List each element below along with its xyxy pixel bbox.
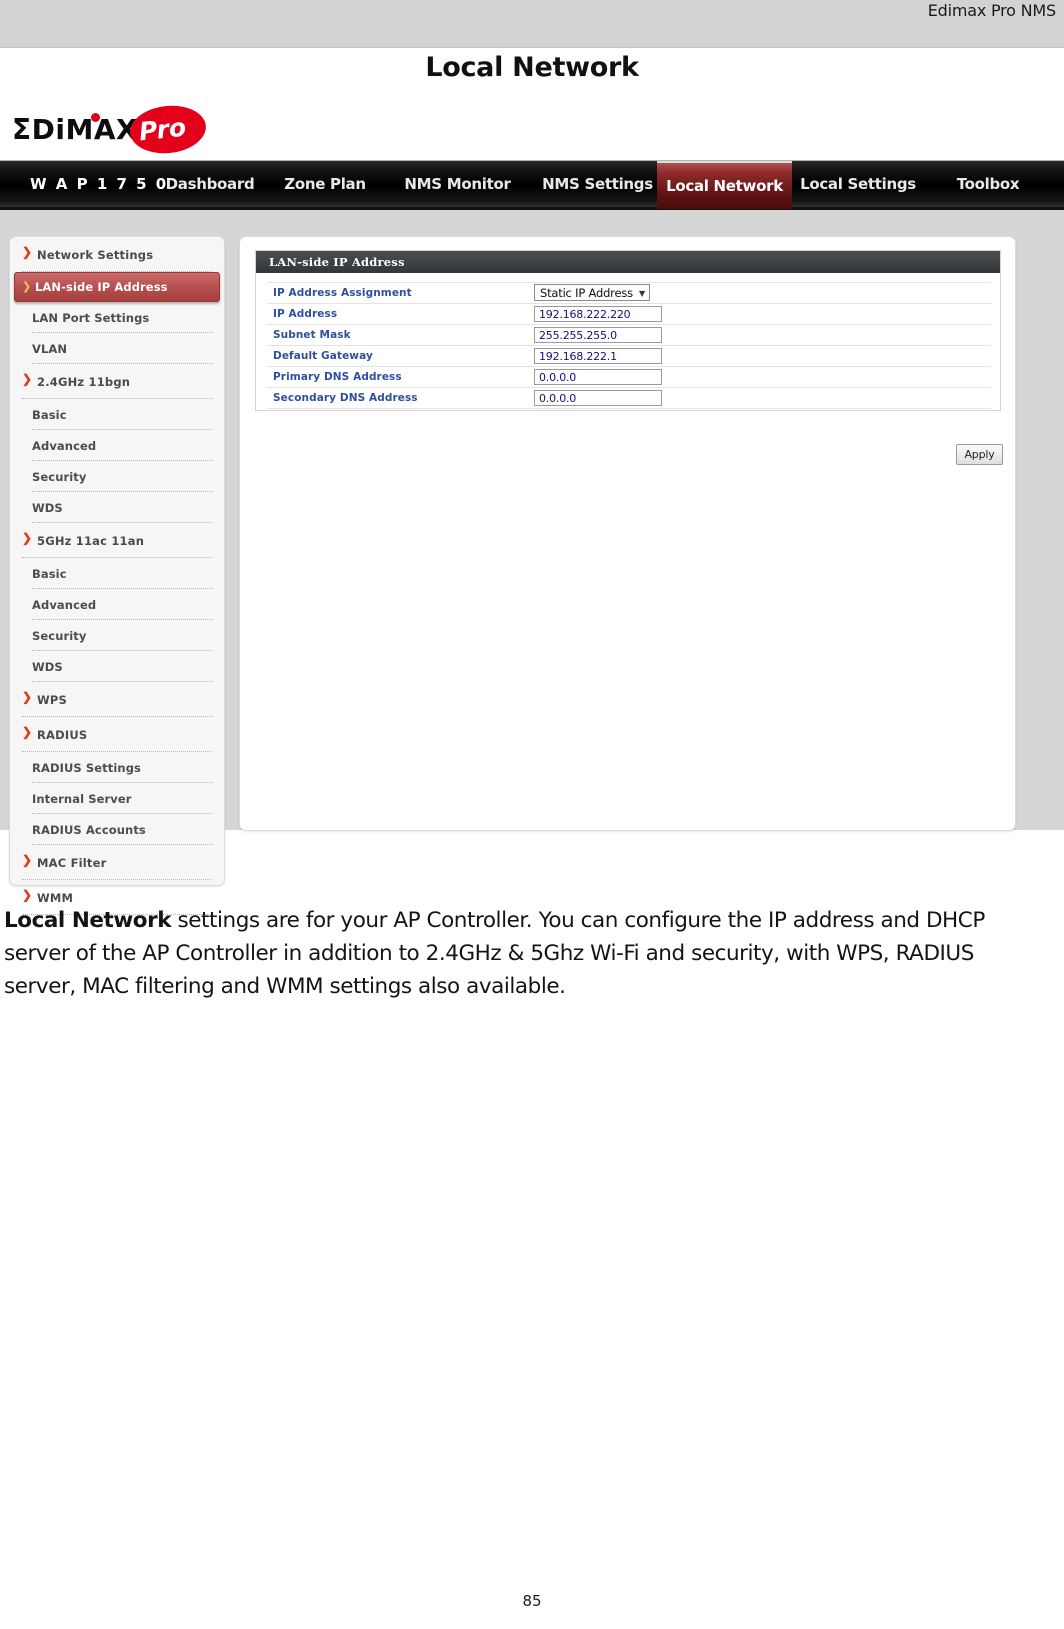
- document-header-text: Edimax Pro NMS: [927, 1, 1056, 20]
- sidebar-item-advanced[interactable]: Advanced: [32, 430, 212, 461]
- nav-item-zone-plan[interactable]: Zone Plan: [265, 161, 385, 207]
- sidebar-item-label: WDS: [32, 660, 63, 674]
- logo-suffix-text: Pro: [137, 112, 188, 147]
- sidebar-group-label: Network Settings: [37, 248, 154, 262]
- sidebar-item-label: Advanced: [32, 439, 97, 453]
- nav-item-dashboard[interactable]: Dashboard: [150, 161, 270, 207]
- apply-button[interactable]: Apply: [956, 444, 1003, 465]
- app-body: ❯ Network Settings ❯ LAN-side IP Address LAN…: [0, 211, 1064, 915]
- sidebar-group-radius[interactable]: ❯ RADIUS: [22, 717, 212, 752]
- nav-item-toolbox[interactable]: Toolbox: [928, 161, 1048, 207]
- chevron-right-icon: ❯: [22, 690, 33, 704]
- field-label-ip-address-assignment: IP Address Assignment: [267, 282, 531, 304]
- sidebar-item-label: Security: [32, 629, 87, 643]
- chevron-right-icon: ❯: [22, 888, 33, 902]
- lan-ip-form: IP Address Assignment Static IP Address ▼ I…: [267, 282, 991, 409]
- sidebar-item-label: Basic: [32, 408, 67, 422]
- sidebar-item-radius-settings[interactable]: RADIUS Settings: [32, 752, 212, 783]
- main-content-card: LAN-side IP Address IP Address Assignmen…: [239, 236, 1016, 831]
- sidebar-group-network-settings[interactable]: ❯ Network Settings: [22, 237, 212, 272]
- main-navbar: W A P 1 7 5 0 Dashboard Zone Plan NMS Monit…: [0, 160, 1064, 209]
- form-row: Default Gateway 192.168.222.1: [267, 345, 991, 367]
- document-header: Edimax Pro NMS: [0, 0, 1064, 48]
- field-label-subnet-mask: Subnet Mask: [267, 324, 531, 346]
- form-row: Primary DNS Address 0.0.0.0: [267, 366, 991, 388]
- sidebar-item-vlan[interactable]: VLAN: [32, 333, 212, 364]
- form-row: IP Address 192.168.222.220: [267, 303, 991, 325]
- chevron-right-icon: ❯: [22, 853, 33, 867]
- chevron-right-icon: ❯: [22, 725, 33, 739]
- sidebar-group-mac-filter[interactable]: ❯ MAC Filter: [22, 845, 212, 880]
- sidebar-item-label: RADIUS Settings: [32, 761, 141, 775]
- input-secondary-dns-address[interactable]: 0.0.0.0: [534, 390, 662, 406]
- form-row: IP Address Assignment Static IP Address ▼: [267, 282, 991, 304]
- sidebar-item-label: LAN Port Settings: [32, 311, 150, 325]
- webui-screenshot: ΣDiMAX Pro W A P 1 7 5 0 Dashboard Zone Pl…: [0, 92, 1064, 915]
- ip-assignment-select[interactable]: Static IP Address ▼: [534, 284, 650, 301]
- sidebar-item-label: RADIUS Accounts: [32, 823, 146, 837]
- input-subnet-mask[interactable]: 255.255.255.0: [534, 327, 662, 343]
- sidebar-item-label: VLAN: [32, 342, 68, 356]
- field-label-default-gateway: Default Gateway: [267, 345, 531, 367]
- field-value-cell: 255.255.255.0: [531, 324, 991, 346]
- sidebar-item-basic[interactable]: Basic: [32, 558, 212, 589]
- input-primary-dns-address[interactable]: 0.0.0.0: [534, 369, 662, 385]
- sidebar-group-wps[interactable]: ❯ WPS: [22, 682, 212, 717]
- sidebar-item-wds[interactable]: WDS: [32, 492, 212, 523]
- sidebar-item-lan-port-settings[interactable]: LAN Port Settings: [32, 302, 212, 333]
- field-value-cell: 192.168.222.220: [531, 303, 991, 325]
- nav-item-nms-monitor[interactable]: NMS Monitor: [385, 161, 530, 207]
- page-title: Local Network: [425, 52, 639, 83]
- sidebar-item-advanced[interactable]: Advanced: [32, 589, 212, 620]
- field-label-ip-address: IP Address: [267, 303, 531, 325]
- sidebar-item-wds[interactable]: WDS: [32, 651, 212, 682]
- sidebar-item-basic[interactable]: Basic: [32, 399, 212, 430]
- sidebar-item-radius-accounts[interactable]: RADIUS Accounts: [32, 814, 212, 845]
- sidebar-group-label: 5GHz 11ac 11an: [37, 534, 145, 548]
- field-label-secondary-dns-address: Secondary DNS Address: [267, 387, 531, 409]
- nav-item-local-network[interactable]: Local Network: [657, 161, 792, 209]
- input-ip-address[interactable]: 192.168.222.220: [534, 306, 662, 322]
- field-value-cell: 0.0.0.0: [531, 387, 991, 409]
- chevron-down-icon: ▼: [638, 289, 645, 298]
- chevron-right-icon: ❯: [22, 245, 33, 259]
- field-label-primary-dns-address: Primary DNS Address: [267, 366, 531, 388]
- field-value-cell: 192.168.222.1: [531, 345, 991, 367]
- body-lead-term: Local Network: [4, 907, 172, 933]
- sidebar-item-label: Security: [32, 470, 87, 484]
- edimax-pro-logo: ΣDiMAX Pro: [8, 100, 218, 158]
- nav-item-w-a-p-1-7-5-0[interactable]: W A P 1 7 5 0: [30, 161, 166, 207]
- navbar-items: W A P 1 7 5 0 Dashboard Zone Plan NMS Monit…: [0, 161, 1064, 209]
- sidebar-item-internal-server[interactable]: Internal Server: [32, 783, 212, 814]
- nav-item-nms-settings[interactable]: NMS Settings: [525, 161, 670, 207]
- chevron-right-icon: ❯: [22, 531, 33, 545]
- sidebar-item-label: LAN-side IP Address: [35, 280, 168, 294]
- sidebar-item-security[interactable]: Security: [32, 461, 212, 492]
- sidebar-item-security[interactable]: Security: [32, 620, 212, 651]
- nav-item-local-settings[interactable]: Local Settings: [793, 161, 923, 207]
- sidebar-item-label: Internal Server: [32, 792, 132, 806]
- sidebar-group-label: MAC Filter: [37, 856, 107, 870]
- input-default-gateway[interactable]: 192.168.222.1: [534, 348, 662, 364]
- settings-sidebar: ❯ Network Settings ❯ LAN-side IP Address LAN…: [9, 236, 225, 915]
- logo-dot-icon: [91, 113, 100, 122]
- body-paragraph: Local Network settings are for your AP C…: [4, 904, 1004, 1003]
- sidebar-group-5ghz-11ac-11an[interactable]: ❯ 5GHz 11ac 11an: [22, 523, 212, 558]
- form-row: Secondary DNS Address 0.0.0.0: [267, 387, 991, 409]
- field-value-cell: Static IP Address ▼: [531, 282, 991, 304]
- sidebar-item-lan-side-ip-address[interactable]: ❯ LAN-side IP Address: [14, 272, 220, 302]
- sidebar-group-label: 2.4GHz 11bgn: [37, 375, 131, 389]
- sidebar-item-label: Advanced: [32, 598, 97, 612]
- chevron-right-icon: ❯: [22, 280, 32, 293]
- logo-brand-text: ΣDiMAX: [12, 113, 139, 146]
- panel-title: LAN-side IP Address: [256, 251, 1000, 273]
- sidebar-group-2-4ghz-11bgn[interactable]: ❯ 2.4GHz 11bgn: [22, 364, 212, 399]
- sidebar-item-label: WDS: [32, 501, 63, 515]
- sidebar-item-label: Basic: [32, 567, 67, 581]
- form-row: Subnet Mask 255.255.255.0: [267, 324, 991, 346]
- chevron-right-icon: ❯: [22, 372, 33, 386]
- field-value-cell: 0.0.0.0: [531, 366, 991, 388]
- page-number: 85: [522, 1592, 542, 1610]
- lan-ip-panel: LAN-side IP Address IP Address Assignmen…: [255, 250, 1001, 411]
